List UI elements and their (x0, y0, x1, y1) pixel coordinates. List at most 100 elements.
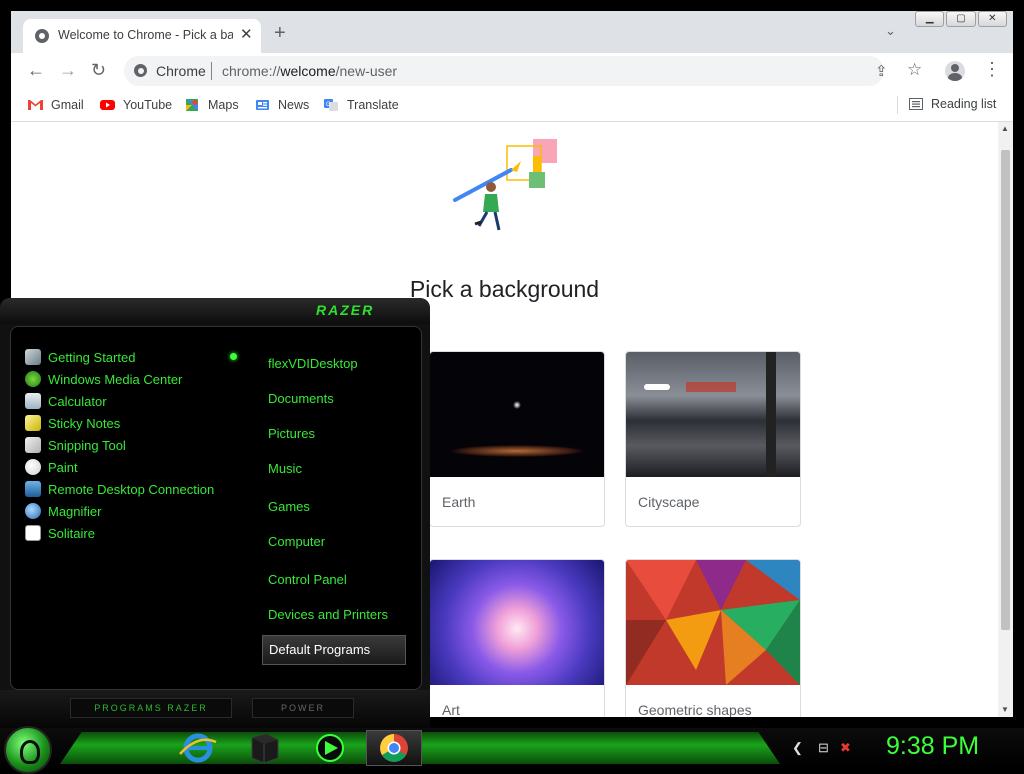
bookmark-youtube[interactable]: YouTube (100, 97, 172, 113)
power-button[interactable]: POWER (252, 698, 354, 718)
share-icon[interactable]: ⇪ (875, 62, 888, 80)
reload-button[interactable]: ↻ (91, 60, 106, 80)
bookmark-news[interactable]: News (255, 97, 309, 113)
all-programs-button[interactable]: PROGRAMS RAZER (70, 698, 232, 718)
taskbar-clock[interactable]: 9:38 PM (886, 732, 979, 761)
taskbar-razer-cube[interactable] (236, 730, 292, 766)
translate-icon: G (324, 99, 338, 111)
start-place-games[interactable]: Games (268, 499, 310, 514)
bookmark-translate[interactable]: G Translate (324, 97, 399, 113)
reading-list-label: Reading list (931, 97, 997, 111)
card-label: Cityscape (638, 494, 700, 510)
chrome-icon (380, 734, 408, 762)
background-card-cityscape[interactable]: Cityscape (625, 351, 801, 527)
new-program-indicator-icon (230, 353, 237, 360)
cityscape-image (626, 352, 800, 477)
new-tab-button[interactable]: + (274, 23, 286, 43)
bookmark-label: Translate (347, 98, 399, 112)
start-item-media-center[interactable]: Windows Media Center (25, 369, 182, 389)
address-url[interactable]: chrome://welcome/new-user (222, 63, 397, 79)
start-place-music[interactable]: Music (268, 461, 302, 476)
start-item-snipping-tool[interactable]: Snipping Tool (25, 435, 126, 455)
browser-toolbar: ← → ↻ Chrome chrome://welcome/new-user ⇪… (11, 53, 1013, 89)
tab-strip: Welcome to Chrome - Pick a background ✕ … (11, 11, 1013, 53)
bookmark-maps[interactable]: Maps (185, 97, 239, 113)
start-button[interactable] (4, 726, 52, 774)
geometric-image (626, 560, 800, 685)
card-label: Art (442, 702, 460, 717)
site-info-icon[interactable] (134, 64, 147, 77)
tab-welcome[interactable]: Welcome to Chrome - Pick a background ✕ (23, 19, 261, 53)
solitaire-icon (25, 525, 41, 541)
news-icon (256, 100, 269, 110)
url-host: welcome (280, 63, 336, 79)
close-window-button[interactable]: ✕ (977, 11, 1007, 27)
razer-logo: RAZER (316, 302, 375, 318)
start-place-control-panel[interactable]: Control Panel (268, 572, 347, 587)
razer-cube-icon (251, 733, 279, 764)
start-item-label: Paint (48, 459, 78, 475)
start-item-magnifier[interactable]: Magnifier (25, 501, 101, 521)
volume-muted-icon[interactable]: ✖ (840, 740, 851, 756)
page-scrollbar[interactable]: ▲ ▼ (998, 122, 1013, 717)
start-place-devices-printers[interactable]: Devices and Printers (268, 607, 388, 622)
headlights-glint (644, 384, 670, 390)
start-item-sticky-notes[interactable]: Sticky Notes (25, 413, 120, 433)
url-path: /new-user (335, 63, 398, 79)
scroll-up-icon[interactable]: ▲ (1001, 124, 1009, 133)
start-item-calculator[interactable]: Calculator (25, 391, 107, 411)
start-place-flexvdidesktop[interactable]: flexVDIDesktop (268, 356, 358, 371)
getting-started-icon (25, 349, 41, 365)
reading-list-button[interactable]: Reading list (909, 97, 996, 111)
start-item-solitaire[interactable]: Solitaire (25, 523, 95, 543)
taskbar-internet-explorer[interactable] (170, 730, 226, 766)
scroll-thumb[interactable] (1001, 150, 1010, 630)
magnifier-icon (25, 503, 41, 519)
bookmark-label: YouTube (123, 98, 173, 112)
start-place-pictures[interactable]: Pictures (268, 426, 315, 441)
start-place-documents[interactable]: Documents (268, 391, 334, 406)
background-card-earth[interactable]: Earth (429, 351, 605, 527)
address-bar[interactable]: Chrome chrome://welcome/new-user ⇪ ☆ (124, 56, 922, 86)
card-label: Geometric shapes (638, 702, 752, 717)
taskbar-media-player[interactable] (302, 730, 358, 766)
start-menu: RAZER Getting Started Windows Media Cent… (0, 298, 430, 730)
profile-avatar-icon[interactable] (945, 61, 965, 81)
bookmarks-separator (897, 96, 898, 114)
start-place-computer[interactable]: Computer (268, 534, 325, 549)
paint-icon (25, 459, 41, 475)
start-menu-panel: Getting Started Windows Media Center Cal… (10, 326, 422, 690)
tab-search-icon[interactable]: ⌄ (885, 23, 896, 39)
card-label: Earth (442, 494, 476, 510)
maximize-button[interactable]: ▢ (946, 11, 976, 27)
background-card-art[interactable]: Art (429, 559, 605, 717)
start-item-getting-started[interactable]: Getting Started (25, 347, 135, 367)
window-controls: ▁ ▢ ✕ (915, 11, 1009, 27)
chrome-menu-icon[interactable]: ⋮ (983, 59, 1001, 79)
tab-close-icon[interactable]: ✕ (240, 26, 253, 44)
background-card-geometric[interactable]: Geometric shapes (625, 559, 801, 717)
minimize-button[interactable]: ▁ (915, 11, 945, 27)
bookmark-gmail[interactable]: Gmail (28, 97, 84, 113)
start-item-remote-desktop[interactable]: Remote Desktop Connection (25, 479, 214, 499)
tray-expand-icon[interactable]: ❮ (792, 740, 803, 756)
scroll-down-icon[interactable]: ▼ (1001, 705, 1009, 714)
network-icon[interactable]: ⊟ (818, 740, 829, 756)
earth-image (430, 352, 604, 477)
start-item-paint[interactable]: Paint (25, 457, 78, 477)
site-name: Chrome (156, 63, 206, 79)
forward-button[interactable]: → (59, 60, 77, 80)
bookmark-star-icon[interactable]: ☆ (907, 60, 922, 80)
start-place-default-programs[interactable]: Default Programs (262, 635, 406, 665)
media-player-icon (316, 734, 344, 762)
snipping-tool-icon (25, 437, 41, 453)
start-item-label: Calculator (48, 393, 107, 409)
back-button[interactable]: ← (27, 60, 45, 80)
svg-text:G: G (326, 102, 331, 108)
start-item-label: Windows Media Center (48, 371, 183, 387)
start-item-label: Getting Started (48, 349, 136, 365)
taillights-glint (686, 382, 736, 392)
youtube-icon (100, 100, 115, 110)
maps-icon (186, 99, 198, 111)
taskbar-chrome[interactable] (366, 730, 422, 766)
